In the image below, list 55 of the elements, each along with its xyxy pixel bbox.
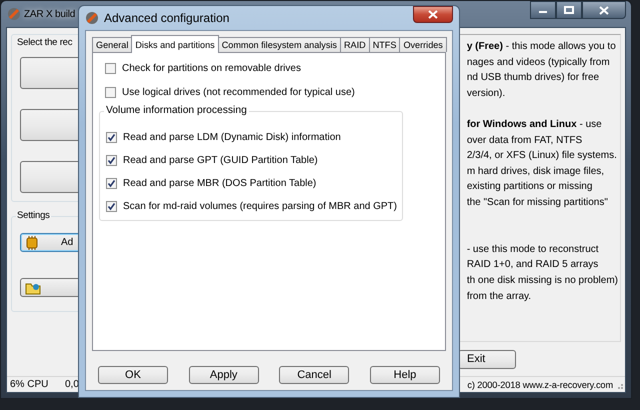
dialog-button[interactable]: Apply — [188, 366, 259, 384]
description-text: the "Scan for missing partitions" — [466, 196, 609, 210]
checkbox-option[interactable]: Scan for md-raid volumes (requires parsing of MBR and GPT) — [100, 201, 402, 212]
dialog-button[interactable]: OK — [98, 366, 168, 384]
close-icon — [599, 6, 609, 14]
close-icon — [428, 10, 438, 19]
checkbox[interactable] — [106, 155, 117, 166]
dialog-button[interactable]: Cancel — [279, 366, 350, 384]
group-title: Volume information processing — [104, 105, 249, 116]
description-text: existing partitions or missing — [466, 180, 594, 194]
tab[interactable]: Overrides — [399, 37, 447, 52]
tab[interactable]: Common filesystem analysis — [218, 37, 341, 52]
chip-icon — [25, 236, 39, 250]
maximize-button[interactable] — [556, 1, 582, 19]
close-button[interactable] — [582, 1, 626, 19]
description-text: nages and videos (typically from — [466, 56, 611, 70]
description-text: RAID 1+0, and RAID 5 arrays — [466, 258, 600, 272]
app-icon — [7, 7, 21, 21]
status-text: c) 2000-2018 www.z-a-recovery.com — [467, 380, 613, 390]
exit-button[interactable]: Exit — [458, 350, 516, 368]
checkbox-option[interactable]: Use logical drives (not recommended for typical use) — [99, 87, 439, 98]
description-text: - use this mode to reconstruct — [466, 242, 600, 257]
description-text: 2/3/4, or XFS (Linux) file systems. — [466, 149, 618, 164]
checkbox[interactable] — [106, 178, 117, 189]
checkbox-option[interactable]: Read and parse LDM (Dynamic Disk) information — [100, 132, 402, 143]
description-text: th one disk missing is no problem) — [466, 274, 618, 288]
dialog-title: Advanced configuration — [104, 11, 230, 25]
tab[interactable]: RAID — [340, 37, 370, 52]
maximize-icon — [564, 6, 574, 14]
description-text: nd USB thumb drives) for free — [466, 71, 600, 86]
description-text: for Windows and Linux - use — [466, 118, 603, 132]
folder-icon — [25, 280, 41, 294]
description-text: y (Free) - this mode allows you to — [466, 40, 617, 54]
status-text: 6% CPU — [10, 379, 50, 390]
description-text: version). — [466, 86, 506, 101]
checkbox[interactable] — [105, 87, 116, 98]
tab[interactable]: General — [92, 37, 132, 52]
dialog-button[interactable]: Help — [370, 366, 440, 384]
checkbox[interactable] — [106, 132, 117, 143]
checkbox[interactable] — [106, 201, 117, 212]
checkbox-option[interactable]: Read and parse MBR (DOS Partition Table) — [100, 178, 402, 189]
tab[interactable]: Disks and partitions — [131, 35, 219, 53]
description-text: m hard drives, disk image files, — [466, 164, 606, 179]
checkbox[interactable] — [105, 63, 116, 74]
minimize-button[interactable] — [530, 1, 556, 19]
window-title: ZAR X build — [24, 8, 76, 20]
checkbox-option[interactable]: Read and parse GPT (GUID Partition Table) — [100, 155, 402, 166]
description-text: over data from FAT, NTFS — [466, 134, 584, 148]
checkbox-option[interactable]: Check for partitions on removable drives — [99, 63, 439, 74]
app-icon — [85, 11, 99, 25]
tab[interactable]: NTFS — [368, 37, 400, 52]
description-text: from the array. — [466, 290, 532, 304]
group-title: Select the rec — [16, 37, 74, 48]
group-title: Settings — [16, 210, 51, 221]
close-button[interactable] — [413, 6, 453, 23]
